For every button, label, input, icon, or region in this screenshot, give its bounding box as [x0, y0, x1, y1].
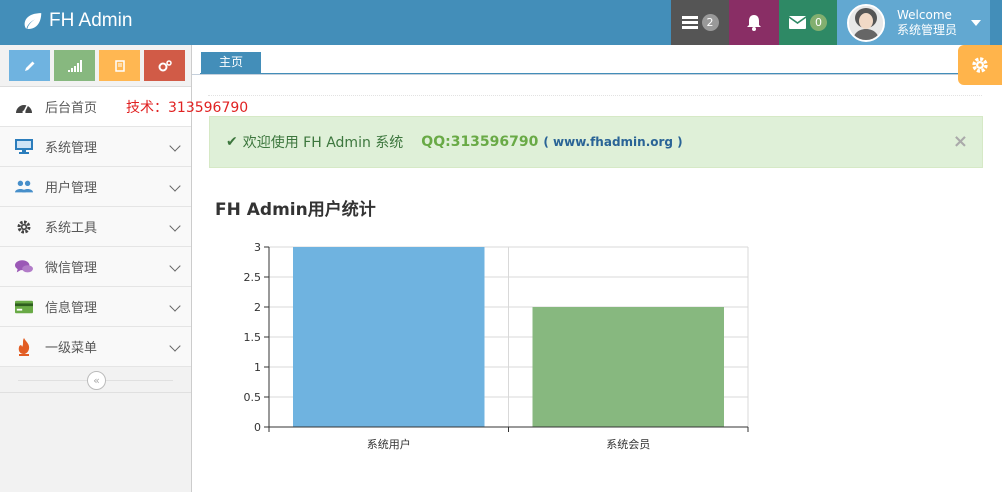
- brand-name: FH Admin: [49, 10, 133, 31]
- page-divider: [208, 95, 982, 96]
- avatar: [847, 3, 885, 42]
- credit-card-icon: [15, 298, 33, 316]
- ace-settings-button[interactable]: [958, 45, 1002, 85]
- navbar: FH Admin 2 0 Welcome 系统管理员: [0, 0, 1002, 45]
- bar: [532, 307, 724, 427]
- tab-bar-line: [200, 73, 992, 74]
- sidebar-item-label: 系统工具: [45, 221, 98, 236]
- qq-text: QQ:313596790: [421, 134, 539, 150]
- bar: [293, 247, 485, 427]
- messages-button[interactable]: 0: [779, 0, 837, 45]
- chevron-down-icon: [169, 260, 181, 272]
- sidebar-item-info-management[interactable]: 信息管理: [0, 287, 191, 327]
- welcome-text: 欢迎使用 FH Admin 系统: [242, 135, 404, 151]
- comments-icon: [15, 258, 33, 276]
- tech-contact-note: 技术：313596790: [126, 100, 249, 116]
- notifications-button[interactable]: [729, 0, 779, 45]
- x-tick-label: 系统会员: [606, 438, 650, 451]
- tasks-icon: [681, 15, 698, 29]
- sidebar: 后台首页 系统管理 用户管理 系统工具 微信管理 信息管理 一级菜单 « 技术：…: [0, 45, 248, 492]
- y-tick-label: 0: [254, 421, 261, 434]
- bell-icon: [747, 15, 761, 31]
- sidebar-collapse: «: [0, 367, 191, 393]
- mail-badge: 0: [810, 14, 827, 31]
- tasks-button[interactable]: 2: [671, 0, 729, 45]
- tasks-badge: 2: [701, 14, 719, 31]
- envelope-icon: [789, 16, 806, 29]
- chevron-down-icon: [169, 340, 181, 352]
- user-name: 系统管理员: [897, 22, 958, 37]
- user-menu[interactable]: Welcome 系统管理员: [837, 0, 990, 45]
- users-icon: [15, 178, 33, 196]
- shortcut-book-button[interactable]: [99, 50, 140, 81]
- sidebar-item-system-tools[interactable]: 系统工具: [0, 207, 191, 247]
- bar-chart: 0 0.5 1 1.5 2 2.5 3 系统用户 系统会员: [244, 241, 749, 451]
- book-icon: [114, 59, 125, 72]
- user-avatar-icon: [849, 5, 883, 40]
- chevron-down-icon: [169, 220, 181, 232]
- brand-logo[interactable]: FH Admin: [22, 10, 132, 32]
- double-angle-left-icon[interactable]: «: [87, 371, 106, 390]
- cog-icon: [15, 218, 33, 236]
- leaf-icon: [24, 13, 42, 29]
- sidebar-item-label: 用户管理: [45, 181, 98, 196]
- sidebar-item-top-menu[interactable]: 一级菜单: [0, 327, 191, 367]
- sidebar-item-wechat-management[interactable]: 微信管理: [0, 247, 191, 287]
- chart-title: FH Admin用户统计: [215, 200, 376, 220]
- tab-home[interactable]: 主页: [201, 52, 261, 73]
- user-greeting: Welcome: [897, 7, 952, 22]
- tachometer-icon: [15, 98, 33, 116]
- sidebar-item-label: 后台首页: [45, 101, 98, 116]
- navbar-edge: [990, 0, 1002, 45]
- shortcut-signal-button[interactable]: [54, 50, 95, 81]
- y-tick-label: 1: [254, 361, 261, 374]
- shortcut-cogs-button[interactable]: [144, 50, 185, 81]
- check-icon: ✔: [226, 134, 238, 150]
- desktop-icon: [15, 138, 33, 156]
- x-tick-label: 系统用户: [367, 437, 411, 451]
- caret-down-icon: [971, 19, 982, 26]
- chevron-down-icon: [169, 180, 181, 192]
- fire-icon: [15, 337, 33, 356]
- welcome-alert: ✔ 欢迎使用 FH Admin 系统 QQ:313596790 ( www.fh…: [209, 116, 983, 168]
- tab-bar: 主页: [192, 45, 1002, 75]
- sidebar-shortcuts: [0, 45, 191, 87]
- cogs-icon: [158, 59, 172, 71]
- y-tick-label: 2.5: [244, 271, 262, 284]
- cog-icon: [972, 57, 988, 73]
- y-tick-label: 2: [254, 301, 261, 314]
- sidebar-item-label: 微信管理: [45, 261, 98, 276]
- user-stats-chart: 0 0.5 1 1.5 2 2.5 3 系统用户 系统会员: [225, 236, 765, 466]
- sidebar-item-label: 一级菜单: [45, 341, 98, 356]
- user-info: Welcome 系统管理员: [897, 8, 957, 38]
- chevron-down-icon: [169, 140, 181, 152]
- y-tick-label: 3: [254, 241, 261, 254]
- chevron-down-icon: [169, 300, 181, 312]
- shortcut-pencil-button[interactable]: [9, 50, 50, 81]
- sidebar-item-user-management[interactable]: 用户管理: [0, 167, 191, 207]
- close-icon[interactable]: ×: [953, 131, 968, 152]
- sidebar-item-label: 信息管理: [45, 301, 98, 316]
- sidebar-item-system-management[interactable]: 系统管理: [0, 127, 191, 167]
- signal-icon: [67, 59, 82, 72]
- y-tick-label: 1.5: [244, 331, 262, 344]
- pencil-icon: [24, 61, 34, 71]
- site-link[interactable]: ( www.fhadmin.org ): [543, 135, 682, 149]
- sidebar-item-label: 系统管理: [45, 141, 98, 156]
- y-tick-label: 0.5: [244, 391, 262, 404]
